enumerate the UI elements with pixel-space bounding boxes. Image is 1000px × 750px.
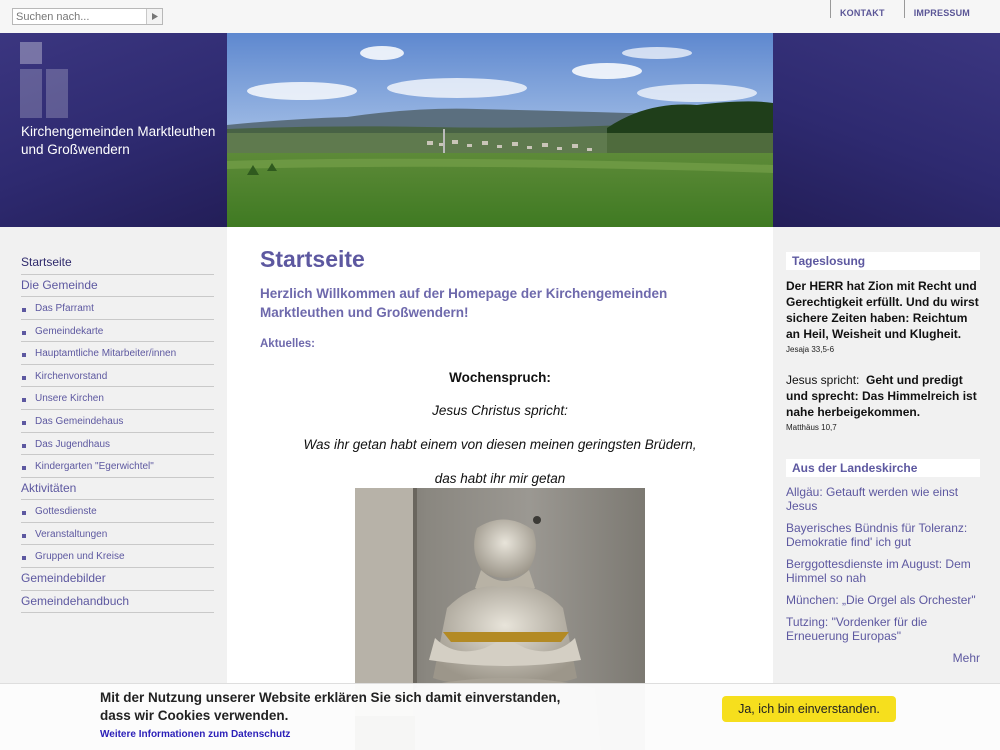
search-box xyxy=(12,8,163,25)
logo-bar-left xyxy=(20,69,42,118)
nav-gottesdienste[interactable]: Gottesdienste xyxy=(21,500,214,523)
nav-veranstaltungen[interactable]: Veranstaltungen xyxy=(21,523,214,546)
nav-kirchenvorstand[interactable]: Kirchenvorstand xyxy=(21,365,214,388)
kontakt-link[interactable]: KONTAKT xyxy=(829,0,904,18)
wochenspruch-title: Wochenspruch: xyxy=(449,370,551,385)
top-links: KONTAKT IMPRESSUM xyxy=(829,0,1000,18)
play-arrow-icon xyxy=(151,13,158,20)
cookie-banner: Mit der Nutzung unserer Website erklären… xyxy=(0,683,1000,750)
lehrtext-intro: Jesus spricht: xyxy=(786,373,860,387)
nav-mitarbeiter[interactable]: Hauptamtliche Mitarbeiter/innen xyxy=(21,342,214,365)
search-input[interactable] xyxy=(13,9,147,24)
header-landscape-image xyxy=(227,33,773,227)
news-link[interactable]: München: „Die Orgel als Orchester" xyxy=(786,593,980,607)
welcome-text: Herzlich Willkommen auf der Homepage der… xyxy=(260,286,668,320)
tageslosung-heading: Tageslosung xyxy=(786,252,980,270)
landeskirche-heading: Aus der Landeskirche xyxy=(786,459,980,477)
nav-gemeindekarte[interactable]: Gemeindekarte xyxy=(21,320,214,343)
privacy-info-link[interactable]: Weitere Informationen zum Datenschutz xyxy=(100,729,290,740)
nav-kindergarten[interactable]: Kindergarten "Egerwichtel" xyxy=(21,455,214,478)
main-content: Startseite Herzlich Willkommen auf der H… xyxy=(227,227,773,750)
site-logo[interactable] xyxy=(20,42,72,118)
nav-die-gemeinde[interactable]: Die Gemeinde xyxy=(21,275,214,297)
news-link[interactable]: Bayerisches Bündnis für Toleranz: Demokr… xyxy=(786,521,980,549)
nav-aktivitaeten[interactable]: Aktivitäten xyxy=(21,478,214,501)
nav-gemeindehandbuch[interactable]: Gemeindehandbuch xyxy=(21,591,214,614)
lehrtext: Jesus spricht: Geht und predigt und spre… xyxy=(786,372,980,420)
site-name: Kirchengemeinden Marktleuthen und Großwe… xyxy=(21,124,216,157)
more-link[interactable]: Mehr xyxy=(786,651,980,665)
landeskirche-news-list: Allgäu: Getauft werden wie einst Jesus B… xyxy=(786,485,980,643)
news-link[interactable]: Berggottesdienste im August: Dem Himmel … xyxy=(786,557,980,585)
main-navigation: Startseite Die Gemeinde Das Pfarramt Gem… xyxy=(21,252,214,614)
header-side-panel xyxy=(773,33,1000,227)
logo-square xyxy=(20,42,42,64)
header-brand: Kirchengemeinden Marktleuthen und Großwe… xyxy=(0,33,227,227)
logo-bar-right xyxy=(46,69,68,118)
nav-jugendhaus[interactable]: Das Jugendhaus xyxy=(21,433,214,456)
search-button[interactable] xyxy=(146,9,162,24)
news-link[interactable]: Allgäu: Getauft werden wie einst Jesus xyxy=(786,485,980,513)
page-title: Startseite xyxy=(260,246,365,272)
nav-unsere-kirchen[interactable]: Unsere Kirchen xyxy=(21,387,214,410)
nav-startseite[interactable]: Startseite xyxy=(21,252,214,275)
news-label: Aktuelles: xyxy=(260,338,315,350)
losung-reference: Jesaja 33,5-6 xyxy=(786,345,835,354)
cookie-message: Mit der Nutzung unserer Website erklären… xyxy=(100,690,561,723)
top-bar: KONTAKT IMPRESSUM xyxy=(0,0,1000,33)
nav-gruppen-kreise[interactable]: Gruppen und Kreise xyxy=(21,545,214,569)
nav-pfarramt[interactable]: Das Pfarramt xyxy=(21,297,214,320)
right-sidebar: Tageslosung Der HERR hat Zion mit Recht … xyxy=(786,252,980,665)
wochenspruch-line-3: das habt ihr mir getan xyxy=(434,471,566,486)
wochenspruch-line-1: Jesus Christus spricht: xyxy=(432,403,568,418)
lehrtext-reference: Matthäus 10,7 xyxy=(786,423,837,432)
wochenspruch-line-2: Was ihr getan habt einem von diesen mein… xyxy=(303,437,697,452)
nav-gemeindebilder[interactable]: Gemeindebilder xyxy=(21,568,214,591)
nav-gemeindehaus[interactable]: Das Gemeindehaus xyxy=(21,410,214,433)
losung-text: Der HERR hat Zion mit Recht und Gerechti… xyxy=(786,279,979,341)
impressum-link[interactable]: IMPRESSUM xyxy=(903,0,1000,18)
cookie-accept-button[interactable]: Ja, ich bin einverstanden. xyxy=(722,696,896,722)
news-link[interactable]: Tutzing: "Vordenker für die Erneuerung E… xyxy=(786,615,980,643)
